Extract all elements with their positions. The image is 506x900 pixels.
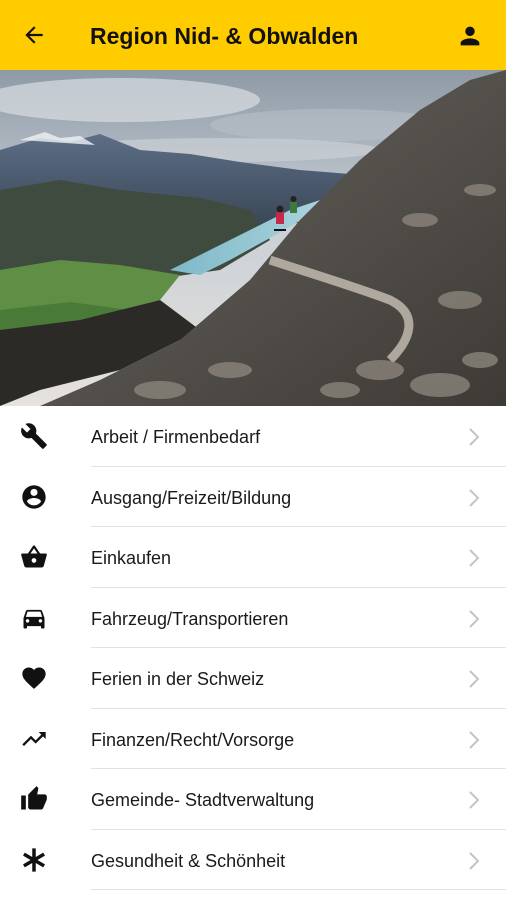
chevron-right-icon <box>469 609 480 628</box>
thumbs-up-icon <box>18 784 50 814</box>
trending-up-icon <box>18 724 50 754</box>
list-item-label: Finanzen/Recht/Vorsorge <box>91 729 295 750</box>
category-list: Arbeit / Firmenbedarf Ausgang/Freizeit/B… <box>0 406 506 890</box>
list-item-label: Gesundheit & Schönheit <box>91 850 286 871</box>
chevron-right-icon <box>469 428 480 446</box>
chevron-right-icon <box>469 549 480 567</box>
car-icon <box>18 603 50 633</box>
list-item-label: Fahrzeug/Transportieren <box>91 608 289 629</box>
app-header: Region Nid- & Obwalden <box>0 0 506 70</box>
divider <box>91 889 506 890</box>
chevron-right-icon <box>469 791 480 809</box>
list-item-label: Ferien in der Schweiz <box>91 669 265 689</box>
shopping-basket-icon <box>18 542 50 572</box>
list-item[interactable]: Ausgang/Freizeit/Bildung <box>0 467 506 527</box>
page-title: Region Nid- & Obwalden <box>90 23 359 49</box>
tools-icon <box>18 421 50 451</box>
asterisk-icon <box>18 845 50 875</box>
account-button[interactable] <box>452 18 488 54</box>
list-item[interactable]: Ferien in der Schweiz <box>0 648 506 709</box>
list-item-label: Arbeit / Firmenbedarf <box>91 427 261 447</box>
list-item[interactable]: Arbeit / Firmenbedarf <box>0 406 506 467</box>
list-item[interactable]: Einkaufen <box>0 527 506 588</box>
person-icon <box>460 26 480 46</box>
heart-icon <box>18 663 50 693</box>
hero-image <box>0 70 506 406</box>
list-item[interactable]: Gemeinde- Stadtverwaltung <box>0 769 506 830</box>
arrow-left-icon <box>25 26 43 44</box>
app-screen: Region Nid- & Obwalden Arbeit / Firmenbe… <box>0 0 506 900</box>
list-item-label: Einkaufen <box>91 548 172 568</box>
chevron-right-icon <box>469 851 480 870</box>
list-item[interactable]: Gesundheit & Schönheit <box>0 830 506 890</box>
account-circle-icon <box>18 482 50 512</box>
chevron-right-icon <box>469 488 480 507</box>
list-item[interactable]: Finanzen/Recht/Vorsorge <box>0 709 506 769</box>
list-item-label: Ausgang/Freizeit/Bildung <box>91 487 292 508</box>
back-button[interactable] <box>14 17 54 53</box>
list-item-label: Gemeinde- Stadtverwaltung <box>91 790 315 810</box>
chevron-right-icon <box>469 730 480 749</box>
chevron-right-icon <box>469 670 480 688</box>
list-item[interactable]: Fahrzeug/Transportieren <box>0 588 506 648</box>
